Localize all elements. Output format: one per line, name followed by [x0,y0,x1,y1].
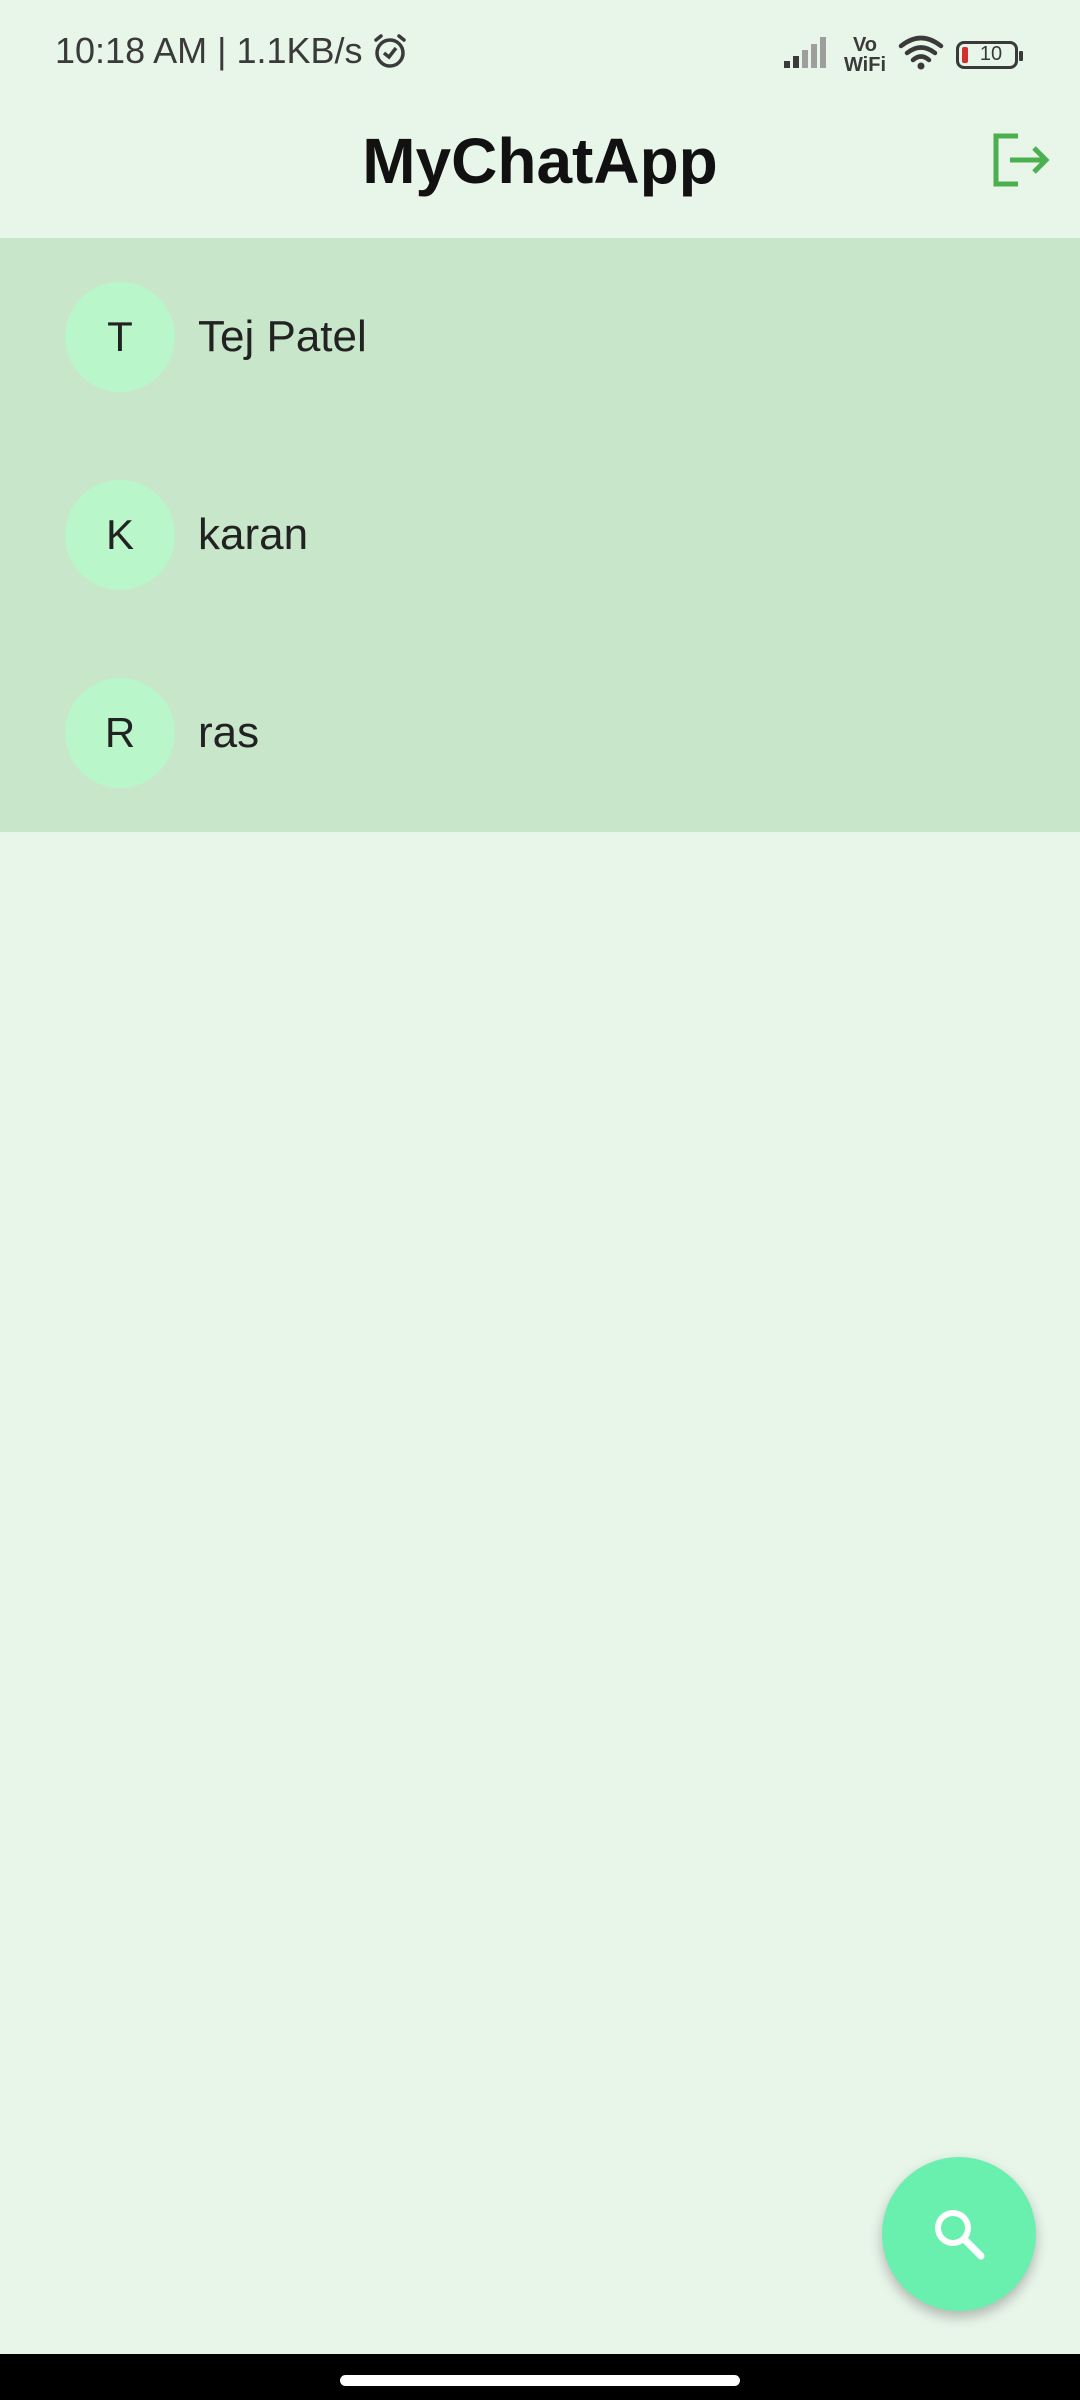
status-left: 10:18 AM | 1.1KB/s [55,30,409,72]
chat-list: T Tej Patel K karan R ras [0,238,1080,832]
system-nav-bar [0,2354,1080,2400]
avatar: K [65,480,175,590]
search-icon [935,2210,985,2260]
status-right: Vo WiFi 10 [782,34,1023,75]
status-bar: 10:18 AM | 1.1KB/s Vo WiFi 10 [0,0,1080,110]
logout-button[interactable] [988,128,1052,192]
chat-list-item[interactable]: T Tej Patel [0,238,1080,436]
avatar: T [65,282,175,392]
alarm-icon [371,32,409,70]
battery-fill [962,46,968,63]
vowifi-top: Vo [852,33,878,56]
chat-list-item[interactable]: R ras [0,634,1080,832]
page-title: MyChatApp [362,125,718,197]
battery-icon: 10 [956,40,1023,69]
logout-icon [993,133,1050,187]
home-gesture-handle[interactable] [340,2375,740,2386]
battery-level: 10 [979,43,1003,65]
search-fab-button[interactable] [882,2157,1036,2311]
chat-list-item[interactable]: K karan [0,436,1080,634]
vowifi-indicator: Vo WiFi [844,35,886,75]
status-time: 10:18 AM | 1.1KB/s [55,30,363,71]
avatar: R [65,678,175,788]
chat-name: Tej Patel [198,312,367,361]
chat-name: karan [198,510,309,559]
wifi-icon [898,34,944,75]
app-bar: MyChatApp [0,110,1080,238]
vowifi-bottom: WiFi [843,53,886,76]
chat-name: ras [198,708,260,757]
signal-icon [782,34,832,75]
